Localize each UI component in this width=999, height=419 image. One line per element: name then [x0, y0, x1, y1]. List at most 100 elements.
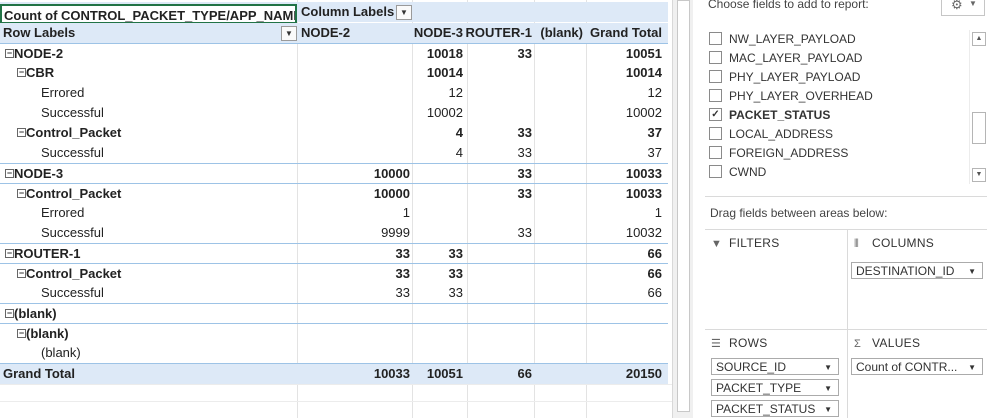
values-label: VALUES	[872, 336, 921, 350]
column-labels-header: Column Labels	[301, 4, 395, 19]
values-chip-count[interactable]: Count of CONTR... ▼	[851, 358, 983, 375]
row-label: (blank)	[14, 306, 57, 321]
field-item-local-address[interactable]: LOCAL_ADDRESS	[709, 125, 833, 144]
collapse-toggle-icon[interactable]: −	[5, 309, 14, 318]
selected-cell-value-field[interactable]: Count of CONTROL_PACKET_TYPE/APP_NAME	[0, 4, 297, 24]
row-label: Control_Packet	[26, 266, 122, 281]
rows-icon: ☰	[711, 338, 722, 350]
grand-total-node-3: 10051	[426, 366, 463, 381]
sheet-scroll-thumb[interactable]	[677, 0, 690, 412]
grand-total-label: Grand Total	[3, 366, 75, 381]
cell-router-1: 33	[517, 186, 532, 201]
cell-grand-total: 10014	[625, 65, 662, 80]
chevron-down-icon[interactable]: ▼	[968, 359, 976, 374]
cell-grand-total: 66	[647, 246, 662, 261]
field-item-phy-layer-payload[interactable]: PHY_LAYER_PAYLOAD	[709, 68, 860, 87]
columns-area[interactable]: ⦀ COLUMNS DESTINATION_ID ▼	[848, 229, 987, 330]
cell-node-2: 10000	[373, 166, 410, 181]
rows-chip-packet-type[interactable]: PACKET_TYPE ▼	[711, 379, 839, 396]
collapse-toggle-icon[interactable]: −	[17, 189, 26, 198]
field-checkbox[interactable]: ✓	[709, 108, 722, 122]
collapse-toggle-icon[interactable]: −	[5, 49, 14, 58]
pivot-row: Successful 10002 10002	[0, 103, 668, 123]
field-item-packet-status[interactable]: ✓ PACKET_STATUS	[709, 106, 830, 125]
field-item-foreign-address[interactable]: FOREIGN_ADDRESS	[709, 144, 848, 163]
columns-chip-destination-id[interactable]: DESTINATION_ID ▼	[851, 262, 983, 279]
cell-node-2: 33	[395, 266, 410, 281]
field-item-cwnd[interactable]: CWND	[709, 163, 766, 182]
field-list-scroll-thumb[interactable]	[972, 112, 986, 144]
filters-area[interactable]: ▼ FILTERS	[705, 229, 847, 330]
row-label: NODE-2	[14, 46, 64, 61]
cell-node-2: 1	[402, 205, 410, 220]
collapse-toggle-icon[interactable]: −	[17, 269, 26, 278]
row-label: (blank)	[26, 326, 69, 341]
collapse-toggle-icon[interactable]: −	[17, 329, 26, 338]
pivot-row: Successful 9999 33 10032	[0, 223, 668, 243]
column-labels-filter-dropdown[interactable]: ▼	[396, 5, 412, 20]
tools-button[interactable]: ⚙ ▼	[941, 0, 985, 16]
collapse-toggle-icon[interactable]: −	[5, 169, 14, 178]
cell-grand-total: 37	[647, 125, 662, 140]
field-list-scrollbar[interactable]: ▲ ▼	[969, 30, 987, 184]
field-list: NW_LAYER_PAYLOAD MAC_LAYER_PAYLOAD PHY_LAY…	[705, 30, 987, 184]
values-area[interactable]: Σ VALUES Count of CONTR... ▼	[848, 329, 987, 419]
chevron-down-icon[interactable]: ▼	[824, 359, 832, 374]
pivot-row: − Control_Packet 4 33 37	[0, 123, 668, 143]
field-checkbox[interactable]	[709, 51, 722, 65]
field-item-mac-layer-payload[interactable]: MAC_LAYER_PAYLOAD	[709, 49, 862, 68]
field-item-nw-layer-payload[interactable]: NW_LAYER_PAYLOAD	[709, 30, 856, 49]
columns-icon: ⦀	[854, 238, 860, 250]
row-labels-header: Row Labels	[3, 25, 76, 40]
chevron-down-icon: ▼	[969, 0, 977, 8]
chevron-down-icon[interactable]: ▼	[824, 401, 832, 416]
field-checkbox[interactable]	[709, 89, 722, 103]
cell-grand-total: 37	[647, 145, 662, 160]
col-header-router-1: ROUTER-1	[465, 25, 532, 40]
chevron-down-icon[interactable]: ▼	[824, 380, 832, 395]
cell-node-3: 33	[448, 285, 463, 300]
cell-grand-total: 10033	[625, 166, 662, 181]
field-label: CWND	[729, 165, 767, 179]
chip-label: DESTINATION_ID	[856, 264, 955, 278]
field-checkbox[interactable]	[709, 70, 722, 84]
cell-grand-total: 66	[647, 266, 662, 281]
pivot-row: − (blank)	[0, 303, 668, 324]
field-checkbox[interactable]	[709, 32, 722, 46]
scroll-down-icon[interactable]: ▼	[972, 168, 986, 182]
rows-chip-packet-status[interactable]: PACKET_STATUS ▼	[711, 400, 839, 417]
scroll-up-icon[interactable]: ▲	[972, 32, 986, 46]
pivot-row: Errored 12 12	[0, 83, 668, 103]
sheet-vertical-scrollbar[interactable]	[672, 0, 693, 418]
cell-router-1: 33	[517, 125, 532, 140]
field-item-phy-layer-overhead[interactable]: PHY_LAYER_OVERHEAD	[709, 87, 873, 106]
field-label: MAC_LAYER_PAYLOAD	[729, 51, 863, 65]
pivot-table: Count of CONTROL_PACKET_TYPE/APP_NAME Co…	[0, 0, 672, 418]
cell-grand-total: 10032	[625, 225, 662, 240]
field-checkbox[interactable]	[709, 146, 722, 160]
collapse-toggle-icon[interactable]: −	[5, 249, 14, 258]
cell-router-1: 33	[517, 145, 532, 160]
pivot-row: − (blank)	[0, 323, 668, 344]
cell-node-3: 10018	[426, 46, 463, 61]
chevron-down-icon[interactable]: ▼	[968, 263, 976, 278]
field-label: PHY_LAYER_PAYLOAD	[729, 70, 861, 84]
row-label: Successful	[41, 285, 104, 300]
rows-area[interactable]: ☰ ROWS SOURCE_ID ▼ PACKET_TYPE ▼ PACKET_STA…	[705, 329, 847, 419]
filters-label: FILTERS	[729, 236, 780, 250]
row-label: Errored	[41, 205, 85, 220]
cell-router-1: 33	[517, 166, 532, 181]
field-label: PACKET_STATUS	[729, 108, 831, 122]
field-checkbox[interactable]	[709, 127, 722, 141]
cell-node-3: 33	[448, 246, 463, 261]
row-labels-filter-dropdown[interactable]: ▼	[281, 26, 297, 41]
col-header-grand-total: Grand Total	[590, 25, 662, 40]
cell-grand-total: 12	[647, 85, 662, 100]
field-checkbox[interactable]	[709, 165, 722, 179]
collapse-toggle-icon[interactable]: −	[17, 68, 26, 77]
rows-chip-source-id[interactable]: SOURCE_ID ▼	[711, 358, 839, 375]
row-label: Errored	[41, 85, 85, 100]
row-label: Successful	[41, 225, 104, 240]
row-label: Control_Packet	[26, 125, 122, 140]
collapse-toggle-icon[interactable]: −	[17, 128, 26, 137]
